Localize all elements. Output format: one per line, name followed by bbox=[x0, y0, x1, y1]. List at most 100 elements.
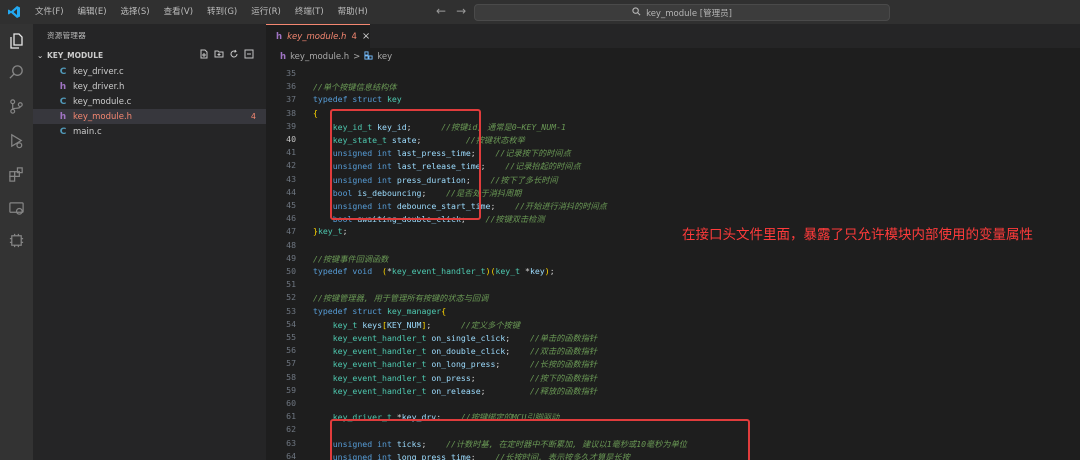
explorer-icon[interactable] bbox=[6, 30, 27, 51]
code-token: key_event_handler_t bbox=[391, 266, 486, 276]
code-text: //按键管理器, 用于管理所有按键的状态与回调 bbox=[313, 292, 488, 304]
highlight-box-manager-fields bbox=[330, 419, 750, 460]
breadcrumb-separator: > bbox=[353, 51, 361, 62]
new-folder-icon[interactable] bbox=[214, 49, 224, 61]
code-token: key_event_handler_t bbox=[332, 359, 427, 370]
source-control-icon[interactable] bbox=[6, 96, 27, 117]
code-token: //定义多个按键 bbox=[460, 319, 520, 330]
code-token: typedef void bbox=[313, 266, 373, 276]
code-token: //按键管理器, 用于管理所有按键的状态与回调 bbox=[313, 293, 489, 304]
code-line: 37 typedef struct key bbox=[266, 94, 1080, 107]
file-name: key_driver.h bbox=[73, 81, 125, 92]
new-file-icon[interactable] bbox=[199, 49, 209, 61]
history-nav: ← → bbox=[436, 4, 466, 18]
menu-help[interactable]: 帮助(H) bbox=[331, 0, 375, 24]
code-text: }key_t; bbox=[313, 226, 348, 236]
arrow-left-icon[interactable]: ← bbox=[436, 4, 446, 18]
code-text: typedef struct key_manager{ bbox=[313, 306, 446, 316]
search-icon[interactable] bbox=[6, 62, 27, 83]
code-line: 50 typedef void (*key_event_handler_t)(ke… bbox=[266, 266, 1080, 279]
file-item[interactable]: h key_module.h 4 bbox=[33, 109, 266, 124]
menu-terminal[interactable]: 终端(T) bbox=[288, 0, 331, 24]
code-line: 51 bbox=[266, 279, 1080, 292]
file-item[interactable]: Ckey_module.c bbox=[33, 94, 266, 109]
file-item[interactable]: Cmain.c bbox=[33, 124, 266, 139]
code-text: key_event_handler_t on_press; //按下的函数指针 bbox=[313, 372, 597, 384]
line-number: 52 bbox=[286, 292, 296, 303]
line-number: 61 bbox=[286, 411, 296, 422]
code-token: on_double_click bbox=[431, 346, 506, 357]
c-file-icon: C bbox=[59, 126, 67, 137]
code-line: 35 bbox=[266, 68, 1080, 81]
line-number: 39 bbox=[286, 120, 296, 131]
line-number: 49 bbox=[286, 252, 296, 263]
line-number: 56 bbox=[286, 345, 296, 356]
breadcrumb-symbol[interactable]: key bbox=[377, 52, 392, 62]
code-token: on_single_click bbox=[431, 333, 506, 343]
breadcrumb-file[interactable]: key_module.h bbox=[290, 52, 349, 62]
arrow-right-icon[interactable]: → bbox=[456, 4, 466, 18]
c-file-icon: C bbox=[59, 66, 67, 77]
code-token: //单击的函数指针 bbox=[529, 333, 598, 343]
code-line: 49 //按键事件回调函数 bbox=[266, 253, 1080, 266]
code-text: { bbox=[313, 108, 318, 118]
header-file-icon: h bbox=[59, 111, 67, 122]
explorer-actions bbox=[199, 49, 254, 61]
file-tree: Ckey_driver.c h key_driver.h Ckey_module.c h… bbox=[33, 64, 266, 139]
code-token: //双击的函数指针 bbox=[529, 346, 598, 357]
code-token: key_t bbox=[317, 226, 343, 237]
workspace-folder-header[interactable]: ⌄ KEY_MODULE bbox=[33, 46, 266, 64]
code-token: key_event_handler_t bbox=[332, 372, 427, 383]
code-token: //按键双击检测 bbox=[485, 214, 545, 225]
line-number: 42 bbox=[286, 160, 296, 171]
menu-go[interactable]: 转到(G) bbox=[200, 0, 244, 24]
refresh-icon[interactable] bbox=[229, 49, 239, 61]
line-number: 60 bbox=[286, 398, 296, 408]
menu-file[interactable]: 文件(F) bbox=[28, 0, 71, 24]
breadcrumb: h key_module.h > key bbox=[266, 48, 1080, 65]
command-center[interactable]: key_module [管理员] bbox=[474, 4, 890, 21]
file-name: key_module.c bbox=[73, 96, 132, 107]
menu-bar: 文件(F) 编辑(E) 选择(S) 查看(V) 转到(G) 运行(R) 终端(T… bbox=[28, 0, 375, 24]
code-token: typedef struct bbox=[313, 305, 383, 316]
menu-selection[interactable]: 选择(S) bbox=[114, 0, 157, 24]
code-text: key_event_handler_t on_long_press; //长按的… bbox=[313, 358, 597, 370]
code-token: //单个按键信息结构体 bbox=[313, 82, 397, 93]
close-icon[interactable]: × bbox=[362, 31, 370, 42]
code-token: ; bbox=[480, 385, 530, 396]
code-line: 58 key_event_handler_t on_press; //按下的函数… bbox=[266, 372, 1080, 385]
menu-view[interactable]: 查看(V) bbox=[157, 0, 200, 24]
line-number: 40 bbox=[286, 134, 296, 144]
menu-run[interactable]: 运行(R) bbox=[244, 0, 288, 24]
line-number: 62 bbox=[286, 424, 296, 435]
file-item[interactable]: Ckey_driver.c bbox=[33, 64, 266, 79]
remote-explorer-icon[interactable] bbox=[6, 198, 27, 219]
code-text: //单个按键信息结构体 bbox=[313, 81, 397, 93]
chevron-down-icon: ⌄ bbox=[37, 50, 44, 60]
tab-key-module-h[interactable]: h key_module.h 4 × bbox=[266, 24, 370, 48]
search-icon bbox=[632, 6, 641, 19]
chip-icon[interactable] bbox=[6, 230, 27, 251]
code-token: * bbox=[520, 266, 530, 276]
header-file-icon: h bbox=[59, 81, 67, 92]
collapse-all-icon[interactable] bbox=[244, 49, 254, 61]
code-text: key_event_handler_t on_double_click; //双… bbox=[313, 345, 597, 357]
code-text: key_event_handler_t on_single_click; //单… bbox=[313, 332, 597, 344]
code-token: //开始进行消抖的时间点 bbox=[515, 201, 607, 211]
line-number: 48 bbox=[286, 239, 296, 250]
file-item[interactable]: h key_driver.h bbox=[33, 79, 266, 94]
code-token: ; bbox=[505, 333, 530, 343]
code-token: on_press bbox=[431, 372, 471, 383]
extensions-icon[interactable] bbox=[6, 164, 27, 185]
menu-edit[interactable]: 编辑(E) bbox=[71, 0, 114, 24]
code-token: ; bbox=[470, 372, 530, 383]
line-number: 36 bbox=[286, 81, 296, 92]
line-number: 44 bbox=[286, 186, 296, 197]
code-text: typedef struct key bbox=[313, 94, 402, 104]
run-debug-icon[interactable] bbox=[6, 130, 27, 151]
